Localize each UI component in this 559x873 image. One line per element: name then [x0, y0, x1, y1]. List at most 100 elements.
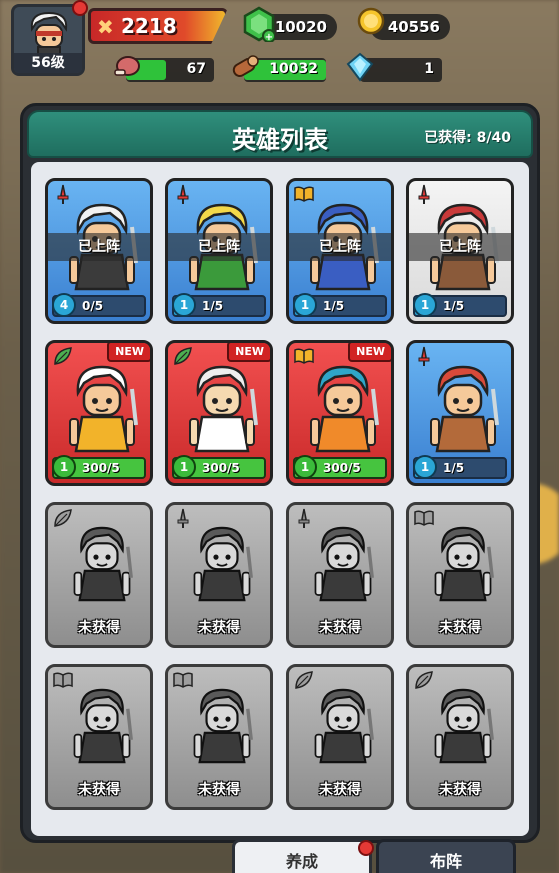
crossed-swords-icon: ✖	[97, 15, 114, 39]
hero-level-badge: 4	[52, 293, 76, 317]
hero-class-icon	[413, 183, 435, 204]
hero-class-icon	[52, 669, 74, 689]
hero-card[interactable]: 未获得	[406, 502, 514, 648]
hero-portrait-icon	[303, 359, 383, 463]
shard-progress-text: 1/5	[202, 299, 224, 313]
panel-header: 英雄列表 已获得: 8/40	[27, 110, 533, 158]
hero-portrait-icon	[423, 683, 503, 773]
hero-level-badge: 1	[172, 293, 196, 317]
hero-class-icon	[293, 669, 315, 689]
hero-portrait-icon	[182, 521, 262, 611]
hero-card[interactable]: 未获得	[406, 664, 514, 810]
hero-card[interactable]: 未获得	[165, 502, 273, 648]
tab-formation[interactable]: 布阵	[376, 839, 516, 873]
collected-count: 已获得: 8/40	[424, 130, 511, 146]
deployed-label: 已上阵	[289, 233, 391, 261]
hero-class-icon	[172, 507, 194, 528]
not-obtained-label: 未获得	[198, 620, 240, 636]
hero-portrait-icon	[423, 521, 503, 611]
not-obtained-label: 未获得	[439, 782, 481, 798]
power-value: 2218	[121, 14, 177, 38]
shard-progress-bar: 4 0/5	[52, 293, 146, 317]
hero-card[interactable]: NEW 1 300/5	[286, 340, 394, 486]
hero-class-icon	[52, 345, 74, 365]
hero-portrait-icon	[182, 359, 262, 463]
hero-grid: 已上阵 4 0/5 已上阵 1 1/5 已上阵 1 1/5 已上阵 1 1/5	[31, 162, 529, 836]
shard-progress-text: 300/5	[202, 461, 240, 475]
shard-progress-bar: 1 300/5	[172, 455, 266, 479]
svg-text:+: +	[265, 32, 273, 42]
wood-meter[interactable]: 10032	[232, 55, 326, 82]
hero-card[interactable]: 已上阵 4 0/5	[45, 178, 153, 324]
new-badge: NEW	[348, 343, 391, 362]
hero-portrait-icon	[62, 683, 142, 773]
shard-progress-text: 0/5	[82, 299, 104, 313]
hero-list-panel: 英雄列表 已获得: 8/40 已上阵 4 0/5 已上阵 1 1/5 已上阵 1 1/5	[20, 103, 540, 843]
hero-class-icon	[172, 183, 194, 204]
shard-progress-bar: 1 1/5	[413, 293, 507, 317]
hero-card[interactable]: 已上阵 1 1/5	[406, 178, 514, 324]
blue-crystal-icon	[346, 52, 374, 82]
meat-amount: 67	[186, 61, 206, 77]
coin-counter[interactable]: 40556	[357, 7, 450, 40]
coin-amount: 40556	[387, 18, 440, 36]
hero-portrait-icon	[62, 359, 142, 463]
hero-card[interactable]: NEW 1 300/5	[165, 340, 273, 486]
hero-class-icon	[413, 507, 435, 527]
shard-progress-text: 300/5	[82, 461, 120, 475]
shard-progress-bar: 1 1/5	[172, 293, 266, 317]
hero-portrait-icon	[303, 521, 383, 611]
hero-card[interactable]: 未获得	[45, 502, 153, 648]
tab-develop[interactable]: 养成	[232, 839, 372, 873]
hero-card[interactable]: 已上阵 1 1/5	[165, 178, 273, 324]
hero-level-badge: 1	[413, 455, 437, 479]
crystal-meter[interactable]: 1	[346, 52, 442, 82]
hero-portrait-icon	[423, 359, 503, 463]
hero-portrait-icon	[62, 521, 142, 611]
power-bar: ✖ 2218	[88, 8, 228, 44]
hero-level-badge: 1	[172, 455, 196, 479]
hero-card[interactable]: NEW 1 300/5	[45, 340, 153, 486]
not-obtained-label: 未获得	[319, 620, 361, 636]
deployed-label: 已上阵	[48, 233, 150, 261]
tab-notification-dot	[358, 840, 374, 856]
not-obtained-label: 未获得	[78, 782, 120, 798]
meat-icon	[114, 56, 140, 76]
not-obtained-label: 未获得	[198, 782, 240, 798]
hero-card[interactable]: 未获得	[165, 664, 273, 810]
new-badge: NEW	[107, 343, 150, 362]
hero-level-badge: 1	[413, 293, 437, 317]
hero-card[interactable]: 已上阵 1 1/5	[286, 178, 394, 324]
hero-level-badge: 1	[293, 455, 317, 479]
deployed-label: 已上阵	[409, 233, 511, 261]
player-avatar[interactable]: 56级	[11, 4, 85, 76]
hero-card[interactable]: 未获得	[286, 502, 394, 648]
deployed-label: 已上阵	[168, 233, 270, 261]
hero-portrait-icon	[182, 683, 262, 773]
hero-class-icon	[413, 669, 435, 689]
hero-class-icon	[293, 345, 315, 365]
new-badge: NEW	[227, 343, 270, 362]
hero-level-badge: 1	[52, 455, 76, 479]
hero-card[interactable]: 1 1/5	[406, 340, 514, 486]
notification-dot	[72, 0, 88, 16]
shard-progress-text: 1/5	[323, 299, 345, 313]
gem-amount: 10020	[274, 18, 327, 36]
hero-class-icon	[293, 507, 315, 528]
hero-card[interactable]: 未获得	[286, 664, 394, 810]
not-obtained-label: 未获得	[319, 782, 361, 798]
hero-class-icon	[172, 669, 194, 689]
shard-progress-text: 1/5	[443, 461, 465, 475]
not-obtained-label: 未获得	[439, 620, 481, 636]
gem-counter[interactable]: + 10020	[243, 6, 337, 42]
shard-progress-bar: 1 1/5	[413, 455, 507, 479]
wood-amount: 10032	[269, 61, 318, 77]
hero-class-icon	[52, 183, 74, 204]
meat-meter[interactable]: 67	[114, 56, 214, 82]
hero-class-icon	[293, 183, 315, 203]
hero-card[interactable]: 未获得	[45, 664, 153, 810]
gold-coin-icon	[357, 7, 385, 35]
shard-progress-text: 300/5	[323, 461, 361, 475]
shard-progress-bar: 1 300/5	[52, 455, 146, 479]
shard-progress-bar: 1 300/5	[293, 455, 387, 479]
